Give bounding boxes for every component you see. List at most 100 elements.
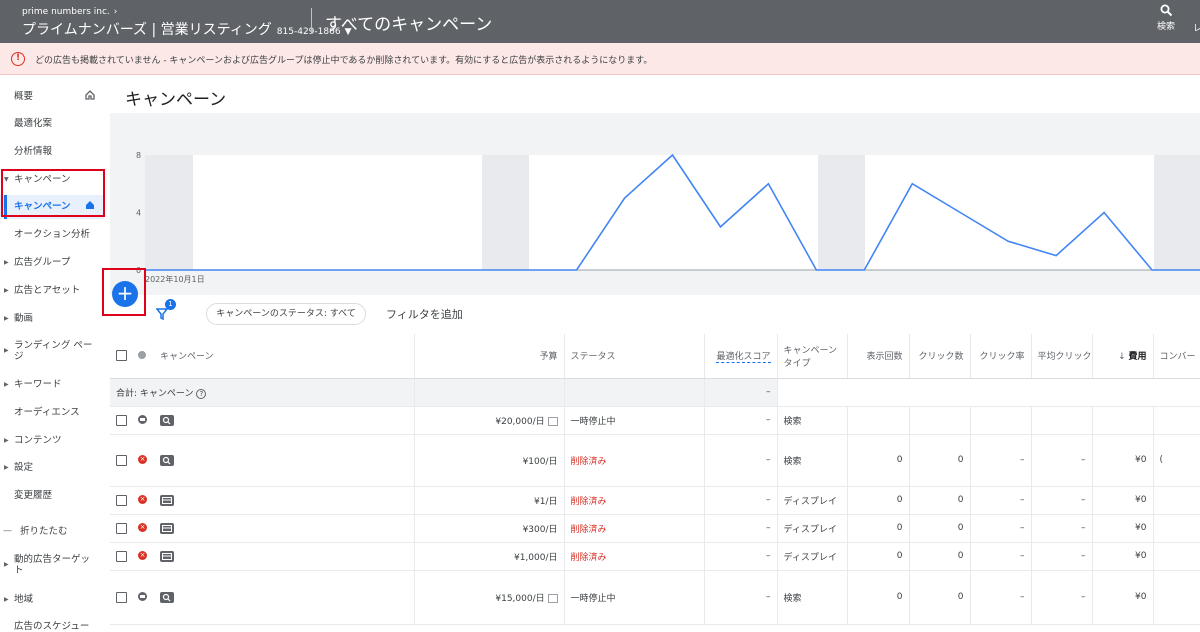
conversions-cell [1153, 570, 1200, 625]
cost-header-label: 費用 [1128, 352, 1147, 363]
impressions-cell: 0 [847, 542, 910, 571]
status-cell: 削除済み [564, 542, 705, 571]
caret-right-icon: ▶ [4, 315, 9, 322]
status-filter-chip[interactable]: キャンペーンのステータス: すべて [206, 303, 366, 325]
home-icon [85, 90, 95, 103]
header-divider [311, 8, 312, 34]
avg-cpc-cell-value: – [1081, 455, 1086, 465]
sidebar-item-label: 折りたたむ [20, 526, 68, 537]
row-checkbox[interactable] [116, 550, 127, 562]
total-metrics [777, 378, 1200, 407]
clicks-column-header[interactable]: クリック数 [909, 334, 971, 379]
chart-icon[interactable] [547, 416, 558, 426]
search-button[interactable]: 検索 [1151, 4, 1181, 32]
status-cell-value: 削除済み [570, 524, 607, 535]
minus-icon: — [3, 526, 12, 536]
opt-score-cell-value: – [766, 455, 771, 465]
reports-label[interactable]: レ [1193, 21, 1200, 34]
removed-status-icon: × [138, 455, 147, 464]
impressions-cell-value: 0 [896, 455, 903, 465]
budget-cell-value: ¥300/日 [522, 524, 558, 535]
row-checkbox[interactable] [116, 522, 127, 534]
chart-icon[interactable] [547, 593, 558, 603]
paused-status-icon [138, 415, 147, 424]
highlight-box [1, 169, 105, 217]
status-cell: 一時停止中 [564, 406, 705, 435]
row-icon-cell: × [132, 542, 154, 571]
row-checkbox[interactable] [116, 454, 127, 466]
row-checkbox[interactable] [116, 591, 127, 603]
status-column-header[interactable] [132, 334, 154, 379]
ctr-cell: – [970, 434, 1032, 487]
campaign-column-header[interactable]: キャンペーン [154, 334, 415, 379]
budget-cell-value: ¥100/日 [522, 456, 558, 467]
plot-background [145, 155, 1200, 270]
clicks-cell: 0 [909, 434, 971, 487]
y-tick-label: 4 [136, 209, 141, 218]
table-row[interactable]: × ¥1/日 削除済み – ディスプレイ 0 0 – – ¥0 [110, 486, 1200, 515]
conversions-cell-value: ( [1159, 455, 1164, 465]
table-row[interactable]: ¥20,000/日 一時停止中 – 検索 [110, 406, 1200, 435]
opt-score-column-header[interactable]: 最適化スコア [704, 334, 778, 379]
budget-column-header[interactable]: 予算 [414, 334, 565, 379]
avg-cpc-cell-value: – [1081, 551, 1086, 561]
row-icon-cell [154, 514, 415, 543]
help-icon[interactable]: ? [196, 388, 207, 399]
status-cell-value: 一時停止中 [570, 416, 616, 427]
impressions-cell-value: 0 [896, 523, 903, 533]
sort-arrow-icon: ↓ [1118, 352, 1129, 363]
account-switcher[interactable]: プライムナンバーズ | 営業リスティング 815-429-1866 ▼ [22, 19, 351, 39]
paused-status-icon [138, 592, 147, 601]
sidebar-item-label: 動画 [14, 313, 34, 324]
conversions-column-header[interactable]: コンバー [1153, 334, 1200, 379]
ctr-cell: – [970, 486, 1032, 515]
sidebar-item-label: 動的広告ターゲット [14, 554, 91, 576]
row-icon-cell [154, 570, 415, 625]
total-status [564, 378, 705, 407]
select-all-checkbox[interactable] [110, 334, 132, 379]
type-column-header[interactable]: キャンペーン タイプ [777, 334, 848, 379]
company-breadcrumb[interactable]: prime numbers inc. › [22, 7, 117, 17]
sidebar-item-landing-pages[interactable]: ▶ ランディング ページ [0, 340, 104, 364]
cost-column-header[interactable]: ↓ 費用 [1092, 334, 1154, 379]
cost-cell: ¥0 [1092, 486, 1154, 515]
caret-right-icon: ▶ [4, 437, 9, 444]
avg-cpc-cell-value: – [1081, 495, 1086, 505]
row-icon-cell [154, 434, 415, 487]
y-tick-label: 8 [136, 151, 141, 160]
avg-cpc-column-header[interactable]: 平均クリック [1031, 334, 1093, 379]
table-row[interactable]: × ¥1,000/日 削除済み – ディスプレイ 0 0 – – ¥0 [110, 542, 1200, 571]
add-filter-button[interactable]: フィルタを追加 [386, 306, 463, 322]
status-text-column-header[interactable]: ステータス [564, 334, 705, 379]
search-campaign-icon [160, 414, 174, 426]
avg-cpc-cell: – [1031, 570, 1093, 625]
row-icon-cell [110, 542, 132, 571]
row-checkbox[interactable] [116, 414, 127, 426]
status-cell-value: 削除済み [570, 496, 607, 507]
impressions-column-header[interactable]: 表示回数 [847, 334, 910, 379]
impressions-cell: 0 [847, 570, 910, 625]
row-icon-cell: × [132, 514, 154, 543]
account-name: プライムナンバーズ | 営業リスティング [22, 22, 272, 38]
impressions-cell: 0 [847, 514, 910, 543]
search-campaign-icon [160, 454, 174, 466]
table-row[interactable]: ¥15,000/日 一時停止中 – 検索 0 0 – – ¥0 [110, 570, 1200, 625]
opt-score-cell-value: – [766, 551, 771, 561]
display-campaign-icon [160, 550, 174, 562]
impressions-cell [847, 406, 910, 435]
weekend-band [145, 155, 193, 270]
table-row[interactable]: × ¥100/日 削除済み – 検索 0 0 – – ¥0 ( [110, 434, 1200, 487]
conversions-cell: ( [1153, 434, 1200, 487]
row-checkbox[interactable] [116, 494, 127, 506]
top-bar: prime numbers inc. › プライムナンバーズ | 営業リスティング… [0, 0, 1200, 43]
ctr-column-header[interactable]: クリック率 [970, 334, 1032, 379]
clicks-cell: 0 [909, 570, 971, 625]
table-row[interactable]: × ¥300/日 削除済み – ディスプレイ 0 0 – – ¥0 [110, 514, 1200, 543]
avg-cpc-cell-value: – [1081, 592, 1086, 602]
sidebar-item-dynamic-targets[interactable]: ▶ 動的広告ターゲット [0, 554, 104, 578]
row-icon-cell [132, 406, 154, 435]
budget-cell-value: ¥1,000/日 [513, 552, 558, 563]
caret-right-icon: ▶ [4, 464, 9, 471]
clicks-cell-value: 0 [957, 495, 964, 505]
sidebar-item-label: キーワード [14, 379, 62, 390]
